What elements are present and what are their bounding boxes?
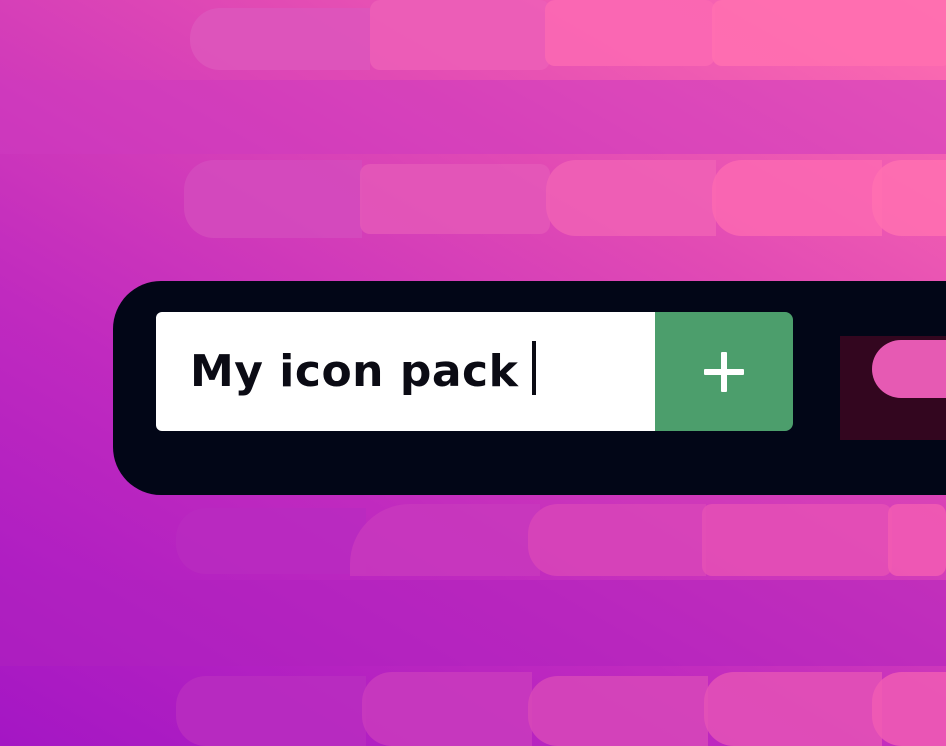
decor-block (545, 0, 715, 66)
decor-block (362, 672, 532, 746)
plus-icon (704, 351, 744, 392)
decor-block (0, 580, 946, 666)
decor-block (872, 672, 946, 746)
decor-block (360, 164, 550, 234)
text-caret (532, 340, 537, 395)
add-button[interactable] (655, 312, 793, 431)
decor-block (350, 504, 540, 576)
decor-block (546, 160, 716, 236)
decor-block (872, 160, 946, 236)
decor-block (176, 676, 366, 746)
decor-block (370, 0, 550, 70)
decor-block (190, 8, 370, 70)
decor-block (0, 80, 946, 154)
decor-block (184, 160, 362, 238)
neighbor-item-pill (872, 340, 946, 398)
decor-block (712, 160, 882, 236)
decor-block (704, 672, 882, 746)
decor-block (712, 0, 946, 66)
pack-name-field[interactable]: My icon pack (156, 312, 656, 431)
decor-block (528, 676, 708, 746)
decor-block (702, 504, 892, 576)
decor-block (888, 504, 946, 576)
decor-block (528, 504, 706, 576)
decor-block (176, 508, 366, 574)
app-canvas: { "input": { "value": "My icon pack" }, … (0, 0, 946, 746)
pack-name-value: My icon pack (190, 346, 519, 397)
